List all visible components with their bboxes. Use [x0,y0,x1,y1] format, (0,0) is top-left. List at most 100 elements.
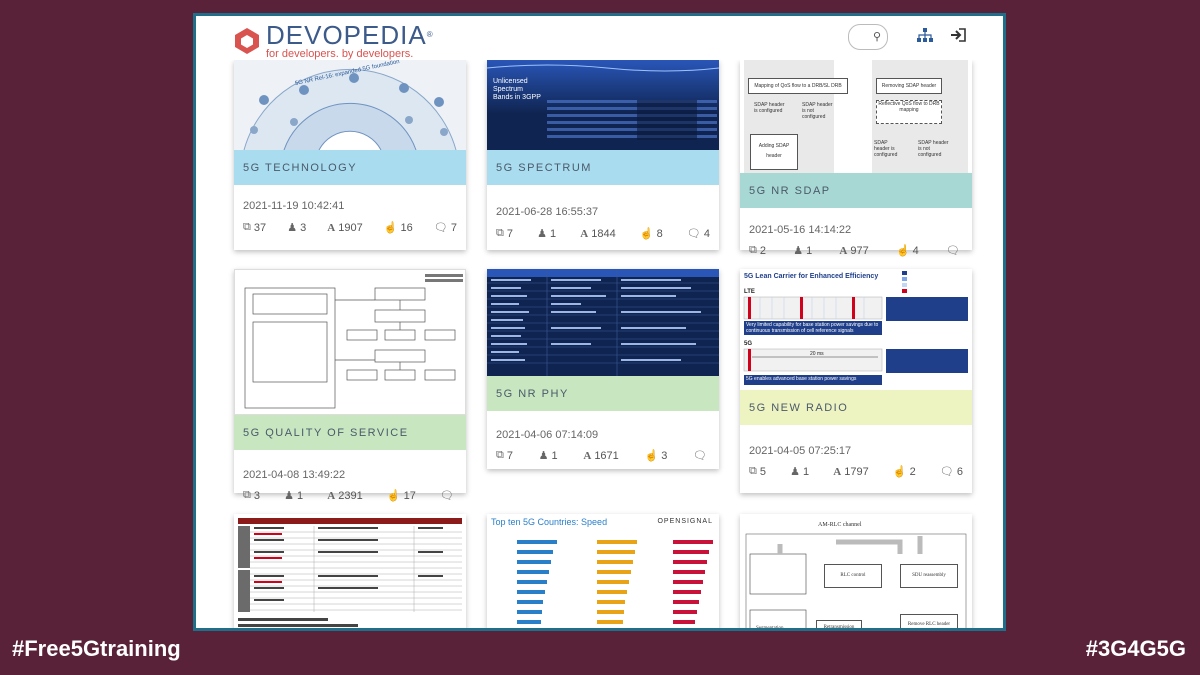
card-title-band: 5G NR SDAP [740,173,972,208]
card-title: 5G NR SDAP [749,184,831,197]
words-count: 1844 [591,227,616,240]
sdap-box-mapping: Mapping of QoS flow to a DRB/SL DRB [748,78,848,94]
comments-icon: 🗨 [440,490,454,502]
newradio-label-20ms: 20 ms [810,351,824,357]
card-title: 5G TECHNOLOGY [243,161,358,174]
article-thumbnail: Mapping of QoS flow to a DRB/SL DRB Remo… [740,60,972,173]
likes-count: 3 [661,449,668,462]
comments-count: 7 [450,221,457,234]
article-card[interactable]: AM-RLC channel RLC control SDU reassembl… [740,514,972,631]
channels-table [238,518,462,627]
card-date: 2021-11-19 10:42:41 [243,200,345,212]
article-card[interactable]: Mapping of QoS flow to a DRB/SL DRB Remo… [740,60,972,257]
versions-count: 7 [506,449,513,462]
sdap-label-not-configured-2: SDAP header is not configured [918,140,949,158]
newradio-label-5g: 5G [744,341,753,347]
sdap-label-not-configured: SDAP header is not configured [802,102,833,120]
article-card[interactable]: 5G NR PHY 2021-04-06 07:14:09 ⧉ 7 ♟ 1 A 167… [487,269,719,469]
article-card[interactable]: 5G Lean Carrier for Enhanced Efficiency … [740,269,972,493]
versions-count: 2 [759,244,766,257]
card-title-band: 5G TECHNOLOGY [234,150,466,185]
words-icon: A [583,449,592,462]
authors-count: 1 [297,489,304,502]
versions-count: 5 [759,465,766,478]
comments-count: 4 [703,227,710,240]
versions-count: 7 [506,227,513,240]
authors-count: 1 [551,449,558,462]
article-thumbnail: Unlicensed Spectrum Bands in 3GPP [487,60,719,150]
sdap-label-configured-2: SDAP header is configured [874,140,898,158]
sdap-label-configured: SDAP header is configured [754,102,785,114]
article-thumbnail: Top ten 5G Countries: Speed OPENSIGNAL [487,514,719,628]
versions-icon: ⧉ [496,449,504,461]
card-title: 5G QUALITY OF SERVICE [243,426,409,439]
card-title-band: 5G QUALITY OF SERVICE [234,415,466,450]
card-title: 5G NEW RADIO [749,401,849,414]
words-icon: A [327,221,336,234]
article-card[interactable] [234,514,466,628]
authors-icon: ♟ [537,228,548,240]
comments-count: 6 [956,465,963,478]
sitemap-icon[interactable] [915,26,935,44]
authors-icon: ♟ [284,490,295,502]
rlc-label-segmentation: Segmentation [756,626,784,631]
hashtag-left: #Free5Gtraining [12,636,181,661]
card-stats: ⧉ 37 ♟ 3 A 1907 ☝ 16 🗨 7 [243,221,457,234]
article-card[interactable]: Top ten 5G Countries: Speed OPENSIGNAL [487,514,719,628]
sign-in-icon[interactable] [948,26,968,44]
article-thumbnail [234,269,466,415]
words-count: 1671 [594,449,619,462]
card-stats: ⧉ 7 ♟ 1 A 1844 ☝ 8 🗨 4 [496,227,710,240]
rlc-box-retransmission: Retransmission [816,620,862,628]
sdap-box-removing: Removing SDAP header [876,78,942,94]
article-card[interactable]: 5G QUALITY OF SERVICE 2021-04-08 13:49:2… [234,269,466,502]
card-stats: ⧉ 5 ♟ 1 A 1797 ☝ 2 🗨 6 [749,465,963,478]
likes-icon: ☝ [895,245,910,257]
likes-icon: ☝ [386,490,401,502]
article-card[interactable]: 5G NR Rel-16: expanded 5G foundation 5G … [234,60,466,250]
authors-icon: ♟ [790,466,801,478]
authors-count: 1 [806,244,813,257]
article-thumbnail [487,269,719,376]
card-title-band: 5G NEW RADIO [740,390,972,425]
authors-count: 3 [300,221,307,234]
comments-icon: 🗨 [946,245,960,257]
versions-icon: ⧉ [749,465,757,477]
card-stats: ⧉ 2 ♟ 1 A 977 ☝ 4 🗨 [749,244,963,257]
sdap-box-adding: Adding SDAP header [750,134,798,170]
article-thumbnail: AM-RLC channel RLC control SDU reassembl… [740,514,972,631]
newradio-caption-5g: 5G enables advanced base station power s… [746,376,857,382]
site-header: DEVOPEDIA® for developers. by developers… [196,16,1003,60]
qos-diagram [244,274,463,409]
comments-icon: 🗨 [433,222,448,234]
devopedia-logo[interactable]: DEVOPEDIA® for developers. by developers… [234,22,434,60]
likes-count: 4 [912,244,919,257]
words-count: 2391 [338,489,363,502]
card-title: 5G NR PHY [496,387,569,400]
words-count: 977 [850,244,869,257]
countries-bars [517,540,713,624]
logo-registered: ® [426,30,434,39]
card-date: 2021-05-16 14:14:22 [749,224,852,236]
card-title-band: 5G SPECTRUM [487,150,719,185]
likes-icon: ☝ [644,450,659,462]
card-date: 2021-04-08 13:49:22 [243,469,346,481]
comments-icon: 🗨 [939,466,954,478]
likes-count: 2 [909,465,916,478]
words-count: 1907 [338,221,363,234]
search-button[interactable]: ⚲ [848,24,888,50]
versions-icon: ⧉ [749,244,757,256]
words-icon: A [839,244,848,257]
hashtag-right: #3G4G5G [1085,636,1186,661]
words-icon: A [833,465,842,478]
authors-count: 1 [803,465,810,478]
likes-icon: ☝ [892,466,907,478]
article-card[interactable]: Unlicensed Spectrum Bands in 3GPP 5G SPE… [487,60,719,250]
article-thumbnail: 5G Lean Carrier for Enhanced Efficiency … [740,269,972,390]
words-count: 1797 [844,465,869,478]
likes-icon: ☝ [383,222,398,234]
rlc-box-remove-header: Remove RLC header [900,614,958,628]
words-icon: A [327,489,336,502]
versions-count: 37 [253,221,267,234]
card-date: 2021-04-06 07:14:09 [496,429,599,441]
